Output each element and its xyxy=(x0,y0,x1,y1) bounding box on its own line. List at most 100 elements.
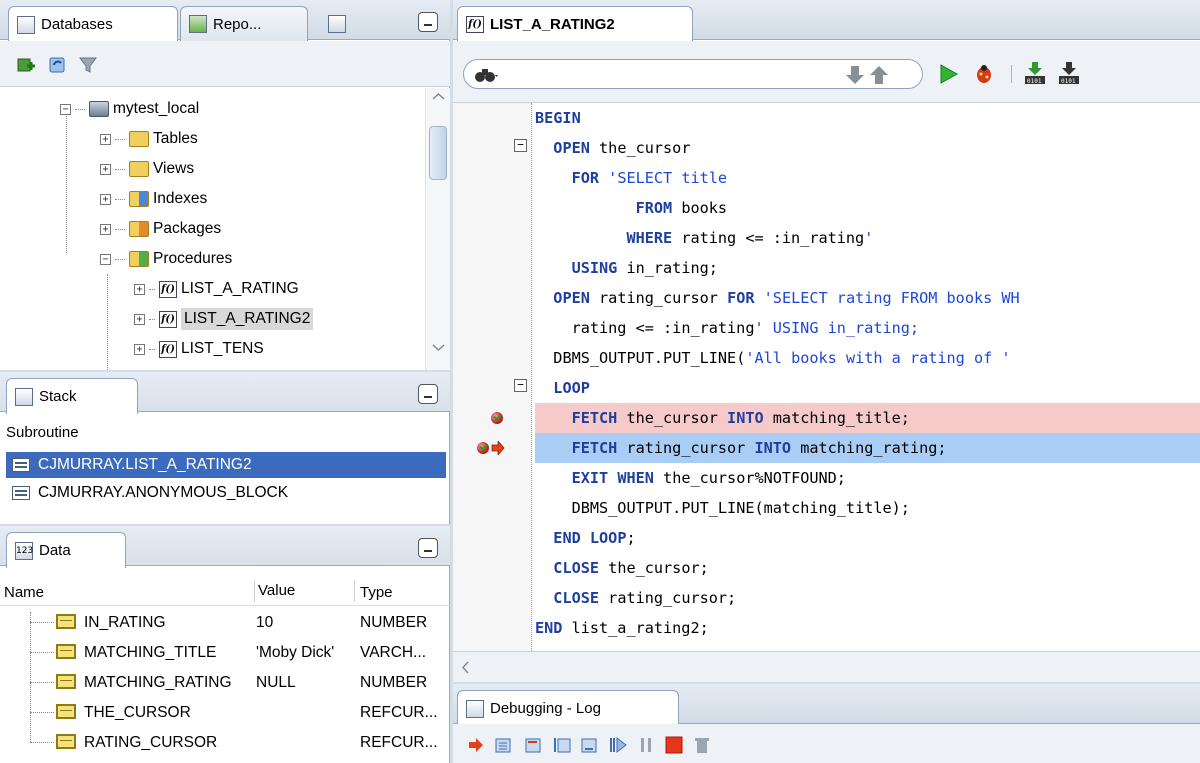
code-line[interactable]: END LOOP; xyxy=(535,523,1200,553)
variable-name: MATCHING_TITLE xyxy=(84,644,217,661)
column-header-value[interactable]: Value xyxy=(258,582,295,599)
step-over-icon[interactable] xyxy=(495,736,513,754)
step-to-end-icon[interactable] xyxy=(581,736,599,754)
tree-item-indexes[interactable]: + Indexes xyxy=(100,186,207,212)
code-line[interactable]: LOOP xyxy=(535,373,1200,403)
code-line[interactable]: OPEN rating_cursor FOR 'SELECT rating FR… xyxy=(535,283,1200,313)
tree-item-views[interactable]: + Views xyxy=(100,156,194,182)
tree-item-tables[interactable]: + Tables xyxy=(100,126,198,152)
terminate-icon[interactable] xyxy=(665,736,683,754)
expand-icon[interactable]: + xyxy=(100,163,111,175)
expand-icon[interactable]: + xyxy=(100,133,111,145)
tree-item-procedure-selected[interactable]: + f() LIST_A_RATING2 xyxy=(134,306,314,332)
data-row[interactable]: IN_RATING 10 NUMBER xyxy=(0,608,450,638)
code-keyword: FETCH xyxy=(571,439,618,457)
code-line[interactable]: FETCH rating_cursor INTO matching_rating… xyxy=(535,433,1200,463)
compile-icon[interactable]: 0101 xyxy=(1023,61,1047,85)
tree-item-packages[interactable]: + Packages xyxy=(100,216,221,242)
find-execution-point-icon[interactable] xyxy=(467,736,485,754)
tree-item-procedure[interactable]: + f() LIST_A_RATING xyxy=(134,276,299,302)
collapse-icon[interactable]: − xyxy=(514,139,527,152)
debug-icon[interactable] xyxy=(973,63,995,85)
scroll-up-icon[interactable] xyxy=(432,92,445,100)
code-line[interactable]: CLOSE rating_cursor; xyxy=(535,583,1200,613)
resume-icon[interactable] xyxy=(609,736,627,754)
expand-icon[interactable]: + xyxy=(134,343,145,355)
code-line[interactable]: END list_a_rating2; xyxy=(535,613,1200,643)
variable-icon xyxy=(56,614,76,629)
variable-value: 'Moby Dick' xyxy=(256,644,335,661)
code-line[interactable]: BEGIN xyxy=(535,103,1200,133)
collapse-icon[interactable]: − xyxy=(60,103,71,115)
expand-icon[interactable]: + xyxy=(100,223,111,235)
code-line[interactable]: DBMS_OUTPUT.PUT_LINE(matching_title); xyxy=(535,493,1200,523)
tree-vertical-scrollbar[interactable] xyxy=(425,88,450,370)
compile-debug-icon[interactable]: 0101 xyxy=(1057,61,1081,85)
minimize-button[interactable] xyxy=(418,538,438,558)
code-line[interactable]: FOR 'SELECT title xyxy=(535,163,1200,193)
code-string: 'All books with a rating of ' xyxy=(745,349,1011,367)
add-connection-icon[interactable] xyxy=(16,55,36,75)
garbage-collect-icon[interactable] xyxy=(693,736,711,754)
up-arrow-icon[interactable] xyxy=(868,64,890,86)
scroll-thumb[interactable] xyxy=(429,126,447,180)
down-arrow-icon[interactable] xyxy=(844,64,866,86)
code-line[interactable]: DBMS_OUTPUT.PUT_LINE('All books with a r… xyxy=(535,343,1200,373)
scroll-left-icon[interactable] xyxy=(461,661,469,674)
code-line[interactable]: USING in_rating; xyxy=(535,253,1200,283)
tree-label: Procedures xyxy=(153,250,233,267)
tab-documents[interactable] xyxy=(310,6,354,41)
variable-type: NUMBER xyxy=(360,674,428,691)
scroll-down-icon[interactable] xyxy=(432,344,445,352)
expand-icon[interactable]: + xyxy=(134,313,145,325)
tab-debugging-log[interactable]: Debugging - Log xyxy=(457,690,679,726)
breakpoint-icon[interactable] xyxy=(477,442,489,454)
tab-reports[interactable]: Repo... xyxy=(180,6,308,41)
column-header-name[interactable]: Name xyxy=(4,584,44,601)
stack-row-selected[interactable]: CJMURRAY.LIST_A_RATING2 xyxy=(6,452,446,478)
data-row[interactable]: THE_CURSOR REFCUR... xyxy=(0,698,450,728)
tab-stack[interactable]: Stack xyxy=(6,378,138,414)
tree-item-procedure[interactable]: + f() LIST_TENS xyxy=(134,336,264,362)
step-out-icon[interactable] xyxy=(553,736,571,754)
column-header-type[interactable]: Type xyxy=(360,584,393,601)
code-line[interactable]: rating <= :in_rating' USING in_rating; xyxy=(535,313,1200,343)
stack-row[interactable]: CJMURRAY.ANONYMOUS_BLOCK xyxy=(6,480,446,506)
pause-icon[interactable] xyxy=(637,736,655,754)
filter-icon[interactable] xyxy=(78,55,98,75)
collapse-icon[interactable]: − xyxy=(100,253,111,265)
variable-icon xyxy=(56,644,76,659)
run-icon[interactable] xyxy=(937,63,959,85)
code-fold-column: − − xyxy=(510,103,532,651)
expand-icon[interactable]: + xyxy=(134,283,145,295)
tab-databases[interactable]: Databases xyxy=(8,6,178,42)
expand-icon[interactable]: + xyxy=(100,193,111,205)
binoculars-icon[interactable] xyxy=(474,66,500,84)
code-line[interactable]: CLOSE the_cursor; xyxy=(535,553,1200,583)
code-line[interactable]: EXIT WHEN the_cursor%NOTFOUND; xyxy=(535,463,1200,493)
code-line[interactable]: FROM books xyxy=(535,193,1200,223)
step-into-icon[interactable] xyxy=(525,736,543,754)
collapse-icon[interactable]: − xyxy=(514,379,527,392)
tree-item-procedures[interactable]: − Procedures xyxy=(100,246,232,272)
code-string: ' xyxy=(864,229,874,247)
search-field[interactable] xyxy=(463,59,923,89)
code-line[interactable]: WHERE rating <= :in_rating' xyxy=(535,223,1200,253)
tree-item-connection[interactable]: − mytest_local xyxy=(60,96,199,122)
tree-label: Indexes xyxy=(153,190,208,207)
editor-horizontal-scrollbar[interactable] xyxy=(453,651,1200,682)
tab-editor[interactable]: f() LIST_A_RATING2 xyxy=(457,6,693,42)
data-row[interactable]: MATCHING_TITLE 'Moby Dick' VARCH... xyxy=(0,638,450,668)
breakpoint-icon[interactable] xyxy=(491,412,503,424)
tab-data[interactable]: 123 Data xyxy=(6,532,126,568)
column-header-subroutine[interactable]: Subroutine xyxy=(6,424,79,441)
minimize-button[interactable] xyxy=(418,12,438,32)
data-row[interactable]: MATCHING_RATING NULL NUMBER xyxy=(0,668,450,698)
code-line[interactable]: FETCH the_cursor INTO matching_title; xyxy=(535,403,1200,433)
code-area[interactable]: BEGIN OPEN the_cursor FOR 'SELECT title … xyxy=(535,103,1200,651)
refresh-icon[interactable] xyxy=(48,55,68,75)
code-line[interactable]: OPEN the_cursor xyxy=(535,133,1200,163)
data-row[interactable]: RATING_CURSOR REFCUR... xyxy=(0,728,450,758)
code-keyword: FROM xyxy=(635,199,673,217)
minimize-button[interactable] xyxy=(418,384,438,404)
